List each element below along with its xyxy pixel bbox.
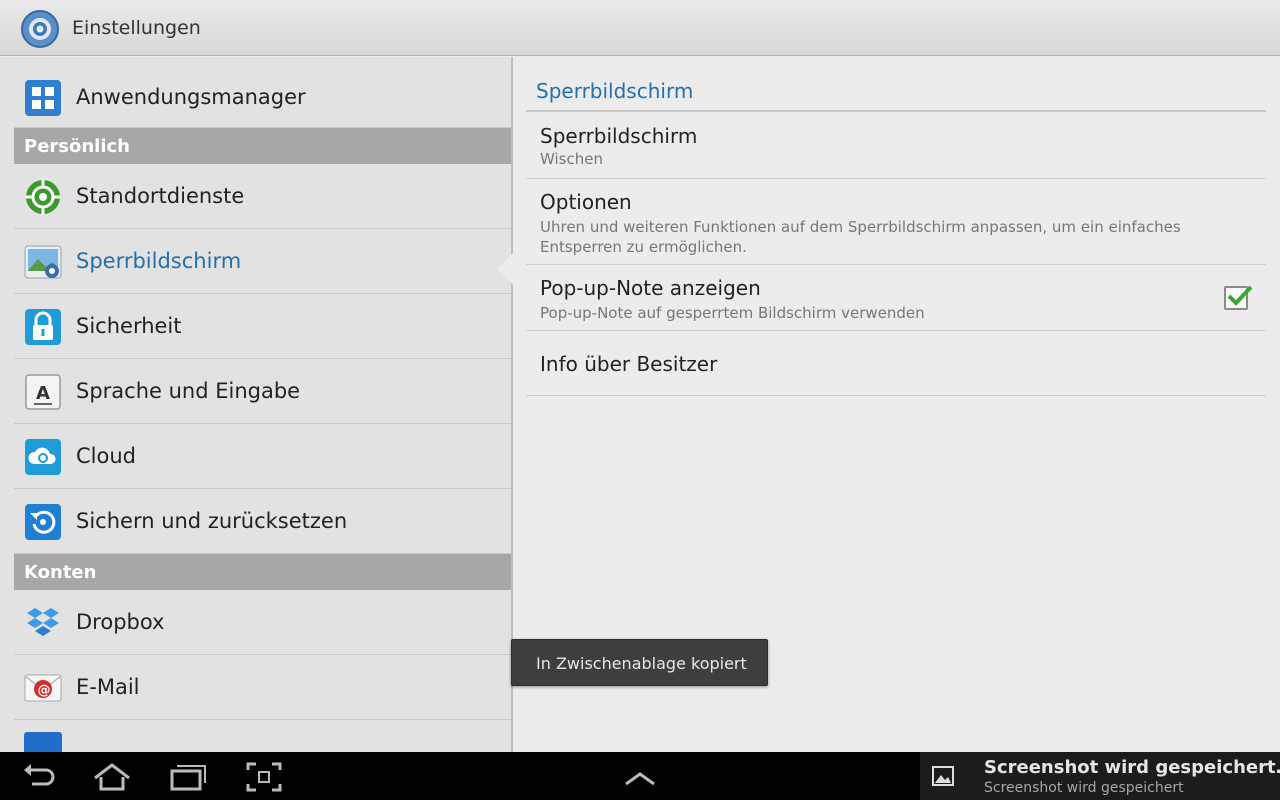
pref-title: Info über Besitzer: [540, 352, 718, 376]
keyboard-letter-a-icon: A: [25, 374, 61, 410]
sidebar-item-label: Sichern und zurücksetzen: [76, 509, 348, 533]
pref-summary: Uhren und weiteren Funktionen auf dem Sp…: [540, 218, 1181, 256]
notification-subtitle: Screenshot wird gespeichert: [984, 780, 1184, 796]
section-header-label: Persönlich: [24, 136, 130, 157]
pref-info-ueber-besitzer[interactable]: Info über Besitzer: [526, 331, 1266, 396]
sidebar-item-standortdienste[interactable]: Standortdienste: [14, 164, 511, 229]
pref-sperrbildschirm[interactable]: Sperrbildschirm: [526, 112, 1266, 179]
location-target-icon: [26, 180, 60, 214]
sidebar-item-partial[interactable]: [14, 720, 511, 752]
sidebar-item-label: Sicherheit: [76, 314, 182, 338]
svg-text:A: A: [36, 383, 50, 404]
cloud-sync-icon: [25, 439, 61, 475]
popup-note-checkbox[interactable]: [1224, 285, 1253, 310]
sidebar-item-label: Sprache und Eingabe: [76, 379, 301, 403]
backup-restore-icon: [25, 504, 61, 540]
sidebar-item-sperrbildschirm[interactable]: Sperrbildschirm: [14, 229, 511, 294]
screenshot-capture-icon[interactable]: [244, 760, 284, 794]
sidebar-item-sichern-und-zuruecksetzen[interactable]: Sichern und zurücksetzen: [14, 489, 511, 554]
pref-summary: Wischen: [540, 150, 603, 168]
system-navigation-bar: Screenshot wird gespeichert… Screenshot …: [0, 752, 1280, 800]
sidebar-item-dropbox[interactable]: Dropbox: [14, 590, 511, 655]
lockscreen-image-icon: [24, 245, 62, 279]
sidebar-item-label: Cloud: [76, 444, 136, 468]
toast-text: In Zwischenablage kopiert: [536, 654, 747, 673]
settings-category-list[interactable]: Anwendungsmanager Persönlich Standortdie…: [0, 57, 512, 752]
padlock-icon: [25, 309, 61, 345]
sidebar-item-label: Sperrbildschirm: [76, 249, 242, 273]
screenshot-notification[interactable]: Screenshot wird gespeichert… Screenshot …: [920, 752, 1280, 800]
chevron-up-icon[interactable]: [620, 760, 660, 794]
sidebar-item-label: Dropbox: [76, 610, 165, 634]
svg-text:@: @: [38, 683, 51, 698]
toast-message: In Zwischenablage kopiert: [511, 639, 768, 686]
detail-header: Sperrbildschirm: [536, 79, 694, 103]
section-header-label: Konten: [24, 562, 97, 583]
apps-grid-icon: [25, 80, 61, 116]
pref-title: Optionen: [540, 190, 632, 214]
selection-indicator: [497, 253, 513, 285]
sidebar-item-anwendungsmanager[interactable]: Anwendungsmanager: [14, 65, 511, 128]
sidebar-item-sprache-und-eingabe[interactable]: A Sprache und Eingabe: [14, 359, 511, 424]
sidebar-item-label: E-Mail: [76, 675, 140, 699]
pref-title: Sperrbildschirm: [540, 124, 698, 148]
sidebar-item-label: Anwendungsmanager: [76, 85, 306, 109]
sidebar-item-sicherheit[interactable]: Sicherheit: [14, 294, 511, 359]
recent-apps-icon[interactable]: [168, 760, 208, 794]
gallery-image-icon: [932, 766, 954, 786]
pref-optionen[interactable]: Optionen Uhren und weiteren Funktionen a…: [526, 179, 1266, 265]
sidebar-item-cloud[interactable]: Cloud: [14, 424, 511, 489]
sidebar-item-label: Standortdienste: [76, 184, 245, 208]
settings-gear-icon[interactable]: [20, 9, 60, 49]
pref-summary: Pop-up-Note auf gesperrtem Bildschirm ve…: [540, 304, 925, 322]
app-title: Einstellungen: [72, 17, 201, 39]
email-envelope-icon: @: [24, 674, 62, 702]
pref-popup-note[interactable]: Pop-up-Note anzeigen Pop-up-Note auf ges…: [526, 265, 1266, 331]
back-arrow-icon[interactable]: [18, 760, 58, 794]
sidebar-item-e-mail[interactable]: @ E-Mail: [14, 655, 511, 720]
home-icon[interactable]: [92, 760, 132, 794]
section-header-persoenlich: Persönlich: [14, 128, 511, 164]
action-bar: Einstellungen: [0, 0, 1280, 56]
notification-title: Screenshot wird gespeichert…: [984, 757, 1280, 778]
partial-item-icon: [24, 732, 62, 752]
section-header-konten: Konten: [14, 554, 511, 590]
pref-title: Pop-up-Note anzeigen: [540, 276, 761, 300]
dropbox-icon: [27, 608, 59, 636]
checkmark-icon: [1227, 285, 1253, 306]
